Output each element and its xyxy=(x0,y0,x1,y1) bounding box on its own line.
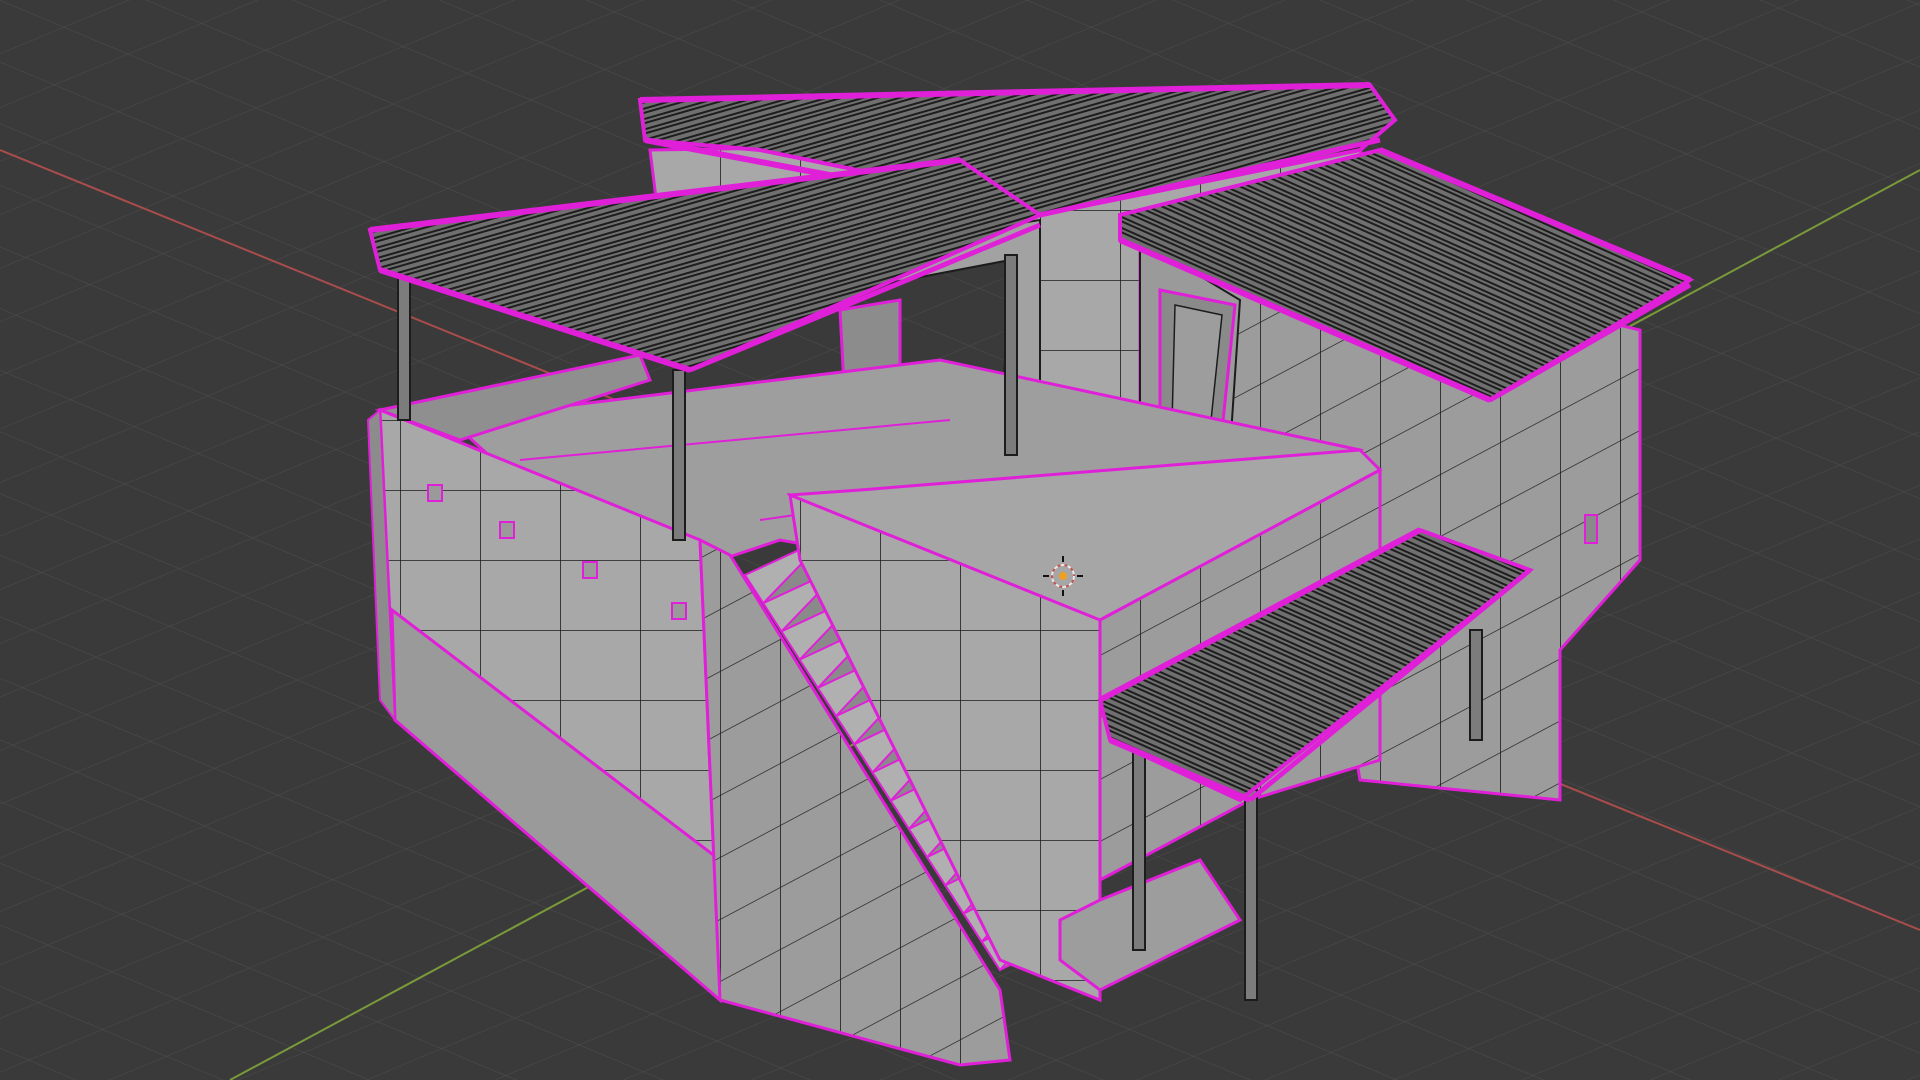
viewport-canvas[interactable] xyxy=(0,0,1920,1080)
beam-end xyxy=(499,521,515,539)
beam-end xyxy=(582,561,598,579)
beam-end xyxy=(427,484,443,502)
support-post xyxy=(1244,789,1258,1001)
support-post xyxy=(1469,629,1483,741)
support-post xyxy=(1004,254,1018,456)
support-post xyxy=(1132,739,1146,951)
support-post xyxy=(672,369,686,541)
small-window xyxy=(1584,514,1598,544)
support-post xyxy=(397,269,411,421)
3d-viewport[interactable] xyxy=(0,0,1920,1080)
beam-end xyxy=(671,602,687,620)
